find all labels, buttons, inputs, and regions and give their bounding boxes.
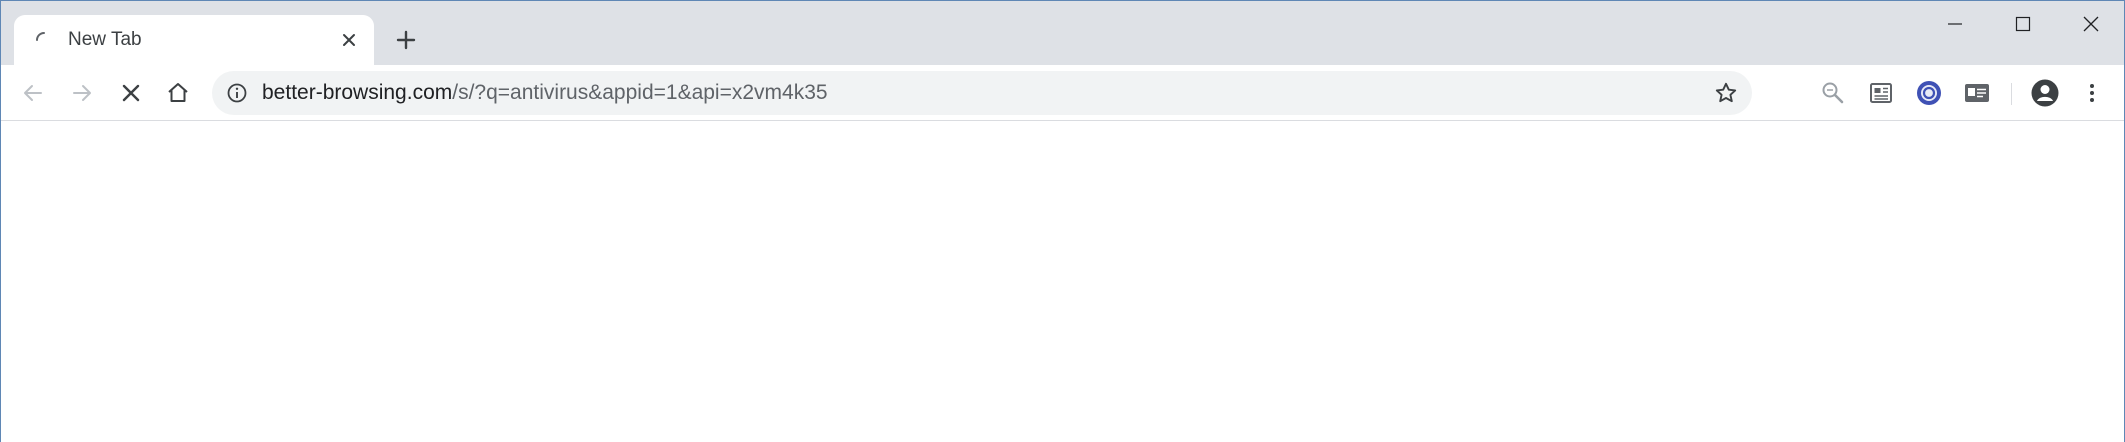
circle-extension-button[interactable] xyxy=(1911,75,1947,111)
newspaper-extension-button[interactable] xyxy=(1863,75,1899,111)
home-icon xyxy=(168,83,188,102)
address-bar[interactable]: better-browsing.com/s/?q=antivirus&appid… xyxy=(212,71,1752,115)
circle-extension-icon xyxy=(1917,81,1941,105)
browser-window: New Tab better-browsing.com/s/?q=antivir… xyxy=(0,0,2125,442)
minimize-button[interactable] xyxy=(1921,1,1989,47)
url-text[interactable]: better-browsing.com/s/?q=antivirus&appid… xyxy=(262,82,828,104)
star-icon[interactable] xyxy=(1714,81,1738,105)
back-icon xyxy=(24,85,42,101)
forward-button[interactable] xyxy=(64,75,100,111)
stop-icon xyxy=(122,84,140,102)
kebab-menu-icon xyxy=(2090,84,2094,102)
search-extension-button[interactable] xyxy=(1815,75,1851,111)
back-button[interactable] xyxy=(15,75,51,111)
home-button[interactable] xyxy=(160,75,196,111)
new-tab-button[interactable] xyxy=(389,23,423,57)
id-card-extension-icon xyxy=(1965,84,1989,102)
profile-icon xyxy=(2031,79,2059,107)
stop-button[interactable] xyxy=(113,75,149,111)
window-close-button[interactable] xyxy=(2057,1,2125,47)
loading-spinner-icon xyxy=(36,32,45,41)
tab-new-tab[interactable]: New Tab xyxy=(14,15,374,65)
tab-title: New Tab xyxy=(68,29,142,50)
menu-button[interactable] xyxy=(2074,75,2110,111)
toolbar-divider xyxy=(2011,83,2012,105)
maximize-button[interactable] xyxy=(1989,1,2057,47)
id-card-extension-button[interactable] xyxy=(1959,75,1995,111)
close-icon xyxy=(2083,16,2099,32)
newspaper-extension-icon xyxy=(1870,83,1892,103)
tab-close-button[interactable] xyxy=(336,27,362,53)
minimize-icon xyxy=(1948,23,1962,25)
plus-icon xyxy=(396,30,416,50)
url-path: /s/?q=antivirus&appid=1&api=x2vm4k35 xyxy=(452,81,828,104)
info-icon[interactable] xyxy=(226,82,248,104)
profile-button[interactable] xyxy=(2027,75,2063,111)
maximize-icon xyxy=(2015,16,2031,32)
page-content xyxy=(1,122,2124,442)
close-icon xyxy=(343,34,355,46)
toolbar: better-browsing.com/s/?q=antivirus&appid… xyxy=(1,65,2124,121)
forward-icon xyxy=(73,85,91,101)
tab-strip: New Tab xyxy=(1,1,2124,65)
url-host: better-browsing.com xyxy=(262,81,453,104)
search-extension-icon xyxy=(1822,82,1844,104)
